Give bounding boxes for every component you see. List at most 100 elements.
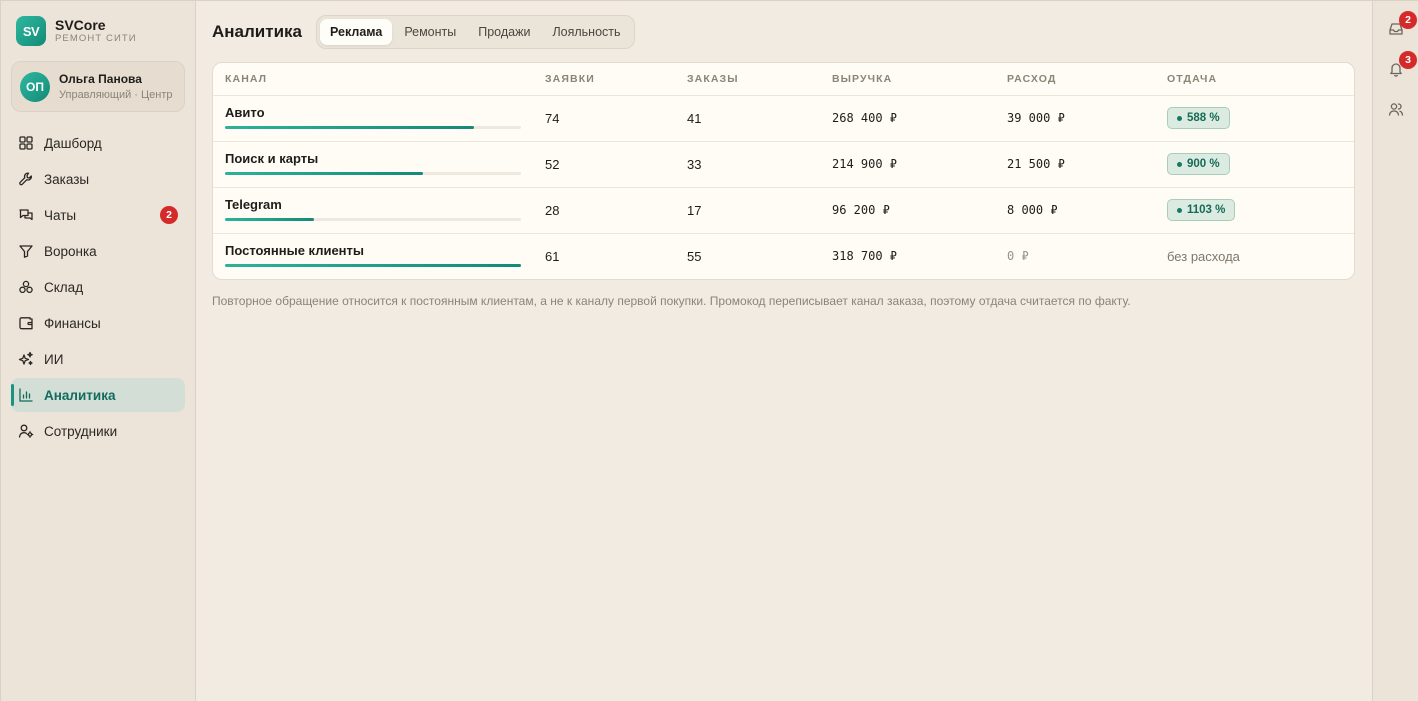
sidebar-item-staff[interactable]: Сотрудники [11,414,185,448]
orders-cell: 55 [687,248,702,264]
team-button[interactable] [1373,101,1418,141]
analytics-tabs: Реклама Ремонты Продажи Лояльность [316,15,635,49]
roi-cell: 1103 % [1155,187,1354,234]
column-header-orders[interactable]: ЗАКАЗЫ [675,63,820,96]
page-title: Аналитика [212,22,302,41]
channel-cell: Поиск и карты [213,141,533,188]
sidebar-item-analytics[interactable]: Аналитика [11,378,185,412]
table-row[interactable]: Авито 74 41 268 400 ₽ 39 000 ₽ 588 % [213,95,1354,142]
no-spend-label: без расхода [1167,248,1240,264]
roi-value: 900 % [1187,158,1220,170]
sidebar-item-chats[interactable]: Чаты 2 [11,198,185,232]
channel-name: Telegram [225,196,282,212]
status-dot-icon [1177,161,1182,167]
leads-cell: 74 [533,95,675,142]
channel-name: Поиск и карты [225,150,319,166]
avatar: ОП [20,71,50,102]
brand-name: SVCore [55,17,106,34]
table-row[interactable]: Поиск и карты 52 33 214 900 ₽ 21 500 ₽ 9… [213,141,1354,188]
leads-cell: 28 [533,187,675,234]
tab-ads[interactable]: Реклама [320,19,393,45]
roi-badge: 900 % [1167,153,1230,175]
bar-chart-icon [19,388,33,402]
channel-share-bar [225,263,521,267]
tab-loyalty[interactable]: Лояльность [542,19,630,45]
sidebar-item-label: Склад [44,279,84,295]
chats-unread-badge: 2 [160,206,178,224]
spend-cell: 8 000 ₽ [995,187,1155,234]
tab-sales[interactable]: Продажи [468,19,540,45]
sidebar-item-dashboard[interactable]: Дашборд [11,126,185,160]
channel-share-bar [225,125,521,129]
status-dot-icon [1177,207,1182,213]
column-header-revenue[interactable]: ВЫРУЧКА [820,63,995,96]
table-row[interactable]: Telegram 28 17 96 200 ₽ 8 000 ₽ 1103 % [213,187,1354,234]
column-header-spend[interactable]: РАСХОД [995,63,1155,96]
sidebar-item-finance[interactable]: Финансы [11,306,185,340]
page-header: Аналитика Реклама Ремонты Продажи Лояльн… [212,15,1356,49]
sidebar-item-label: Финансы [44,315,101,331]
sidebar-item-label: ИИ [44,351,64,367]
channel-share-bar [225,217,521,221]
channel-share-fill [225,171,424,175]
chat-icon [19,209,33,221]
brand-subtitle: РЕМОНТ СИТИ [55,32,137,44]
wallet-icon [19,317,33,330]
channel-name: Постоянные клиенты [225,242,365,258]
user-settings-icon [18,424,34,438]
boxes-icon [19,280,33,294]
funnel-icon [19,245,33,258]
sidebar-item-warehouse[interactable]: Склад [11,270,185,304]
notifications-button[interactable]: 3 [1373,51,1418,101]
notifications-badge: 3 [1399,51,1417,69]
inbox-badge: 2 [1399,11,1417,29]
right-rail: 2 3 [1372,1,1418,701]
column-header-leads[interactable]: ЗАЯВКИ [533,63,675,96]
channel-share-bar [225,171,521,175]
spend-cell: 39 000 ₽ [995,95,1155,142]
user-role: Управляющий · Центр [59,89,173,101]
main-content: Аналитика Реклама Ремонты Продажи Лояльн… [196,1,1372,701]
channel-cell: Авито [213,95,533,142]
brand[interactable]: SV SVCore РЕМОНТ СИТИ [11,15,185,47]
sidebar-item-ai[interactable]: ИИ [11,342,185,376]
channel-cell: Постоянные клиенты [213,233,533,279]
leads-cell: 52 [533,141,675,188]
channels-table-card: КАНАЛ ЗАЯВКИ ЗАКАЗЫ ВЫРУЧКА РАСХОД ОТДАЧ… [212,62,1355,280]
roi-value: 1103 % [1187,204,1226,216]
tab-repairs[interactable]: Ремонты [394,19,466,45]
orders-cell: 41 [675,95,820,142]
sidebar-item-funnel[interactable]: Воронка [11,234,185,268]
revenue-cell: 318 700 ₽ [832,249,898,264]
brand-logo: SV [16,16,46,46]
roi-cell: 588 % [1155,95,1354,142]
sparkles-icon [18,351,33,366]
user-card[interactable]: ОП Ольга Панова Управляющий · Центр [11,61,185,112]
table-row[interactable]: Постоянные клиенты 61 55 318 700 ₽ 0 ₽ б… [213,233,1354,279]
channel-name: Авито [225,104,265,120]
roi-value: 588 % [1187,112,1220,124]
leads-cell: 61 [545,248,560,264]
sidebar-item-label: Аналитика [44,387,116,403]
channel-share-fill [225,217,314,221]
channels-table: КАНАЛ ЗАЯВКИ ЗАКАЗЫ ВЫРУЧКА РАСХОД ОТДАЧ… [213,63,1354,279]
column-header-roi[interactable]: ОТДАЧА [1155,63,1354,96]
sidebar-nav: Дашборд Заказы Чаты 2 Воронка Склад Фина… [11,126,185,448]
status-dot-icon [1177,115,1182,121]
roi-badge: 1103 % [1167,199,1236,221]
column-header-channel[interactable]: КАНАЛ [213,63,533,96]
orders-cell: 17 [675,187,820,234]
grid-icon [19,136,33,150]
roi-cell: без расхода [1155,233,1354,279]
sidebar-item-orders[interactable]: Заказы [11,162,185,196]
revenue-cell: 96 200 ₽ [820,187,995,234]
attribution-note: Повторное обращение относится к постоянн… [212,294,1131,308]
user-name: Ольга Панова [59,72,142,86]
sidebar: SV SVCore РЕМОНТ СИТИ ОП Ольга Панова Уп… [1,1,196,701]
channel-cell: Telegram [213,187,533,234]
spend-cell: 21 500 ₽ [995,141,1155,188]
revenue-cell: 214 900 ₽ [820,141,995,188]
revenue-cell: 268 400 ₽ [820,95,995,142]
orders-cell: 33 [675,141,820,188]
spend-cell: 0 ₽ [1007,249,1029,264]
